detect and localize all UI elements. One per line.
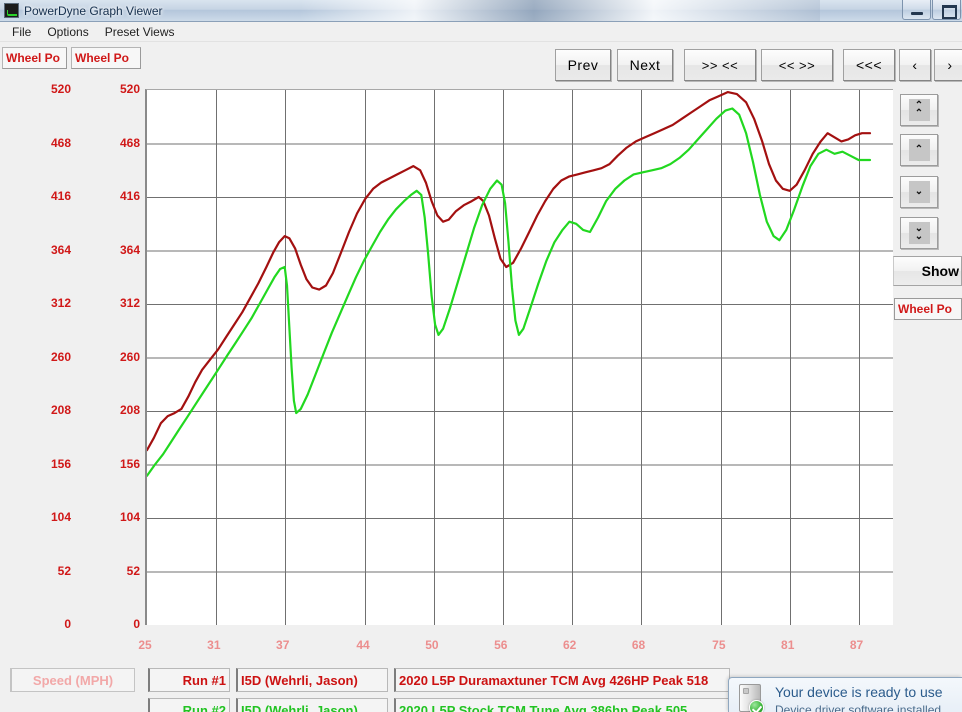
- y-tick-left-0: 0: [64, 617, 71, 631]
- notification-title: Your device is ready to use: [775, 684, 943, 700]
- y-tick-left-104: 104: [51, 510, 71, 524]
- y-tick-left-468: 468: [51, 136, 71, 150]
- title-bar: PowerDyne Graph Viewer: [0, 0, 962, 22]
- y-tick-left-260: 260: [51, 350, 71, 364]
- y-tick-left-364: 364: [51, 243, 71, 257]
- scroll-bottom-button[interactable]: ⌄⌄: [900, 217, 938, 249]
- menu-item-options[interactable]: Options: [39, 23, 96, 41]
- next-button[interactable]: Next: [617, 49, 673, 81]
- menu-item-file[interactable]: File: [4, 23, 39, 41]
- legend-run-2[interactable]: Run #2: [148, 698, 230, 712]
- scroll-top-button[interactable]: ⌃⌃: [900, 94, 938, 126]
- show-button[interactable]: Show: [893, 256, 962, 286]
- y-tick-left-416: 416: [51, 189, 71, 203]
- step-back-button[interactable]: ‹: [899, 49, 931, 81]
- series-line-1: [147, 92, 870, 450]
- legend-description-1[interactable]: 2020 L5P Duramaxtuner TCM Avg 426HP Peak…: [394, 668, 730, 692]
- y-tick-right-520: 520: [120, 82, 140, 96]
- y-axis-header-right[interactable]: Wheel Po: [71, 47, 141, 69]
- x-tick-56: 56: [481, 638, 521, 652]
- powerdyne-graph-viewer-window: PowerDyne Graph Viewer File Options Pres…: [0, 0, 962, 712]
- chart-plot-area[interactable]: [145, 89, 893, 625]
- x-tick-68: 68: [619, 638, 659, 652]
- scroll-down-button[interactable]: ⌄: [900, 176, 938, 208]
- y-tick-right-156: 156: [120, 457, 140, 471]
- y-tick-right-52: 52: [127, 564, 140, 578]
- y-tick-right-104: 104: [120, 510, 140, 524]
- device-ready-notification[interactable]: Your device is ready to use Device drive…: [728, 677, 962, 712]
- double-chevron-down-icon: ⌄⌄: [909, 222, 930, 244]
- y-tick-right-468: 468: [120, 136, 140, 150]
- x-tick-50: 50: [412, 638, 452, 652]
- app-waveform-icon: [4, 3, 19, 18]
- x-tick-44: 44: [343, 638, 383, 652]
- x-tick-81: 81: [768, 638, 808, 652]
- legend-operator-1[interactable]: I5D (Wehrli, Jason): [236, 668, 388, 692]
- expand-in-button[interactable]: >> <<: [684, 49, 756, 81]
- menu-item-preset-views[interactable]: Preset Views: [97, 23, 183, 41]
- minimize-button[interactable]: [902, 0, 931, 20]
- y-tick-left-312: 312: [51, 296, 71, 310]
- prev-button[interactable]: Prev: [555, 49, 611, 81]
- y-tick-right-312: 312: [120, 296, 140, 310]
- y-tick-right-0: 0: [133, 617, 140, 631]
- series-line-2: [147, 109, 870, 476]
- y-tick-right-208: 208: [120, 403, 140, 417]
- legend-operator-2[interactable]: I5D (Wehrli, Jason): [236, 698, 388, 712]
- y-axis-header-left[interactable]: Wheel Po: [2, 47, 67, 69]
- x-tick-87: 87: [837, 638, 877, 652]
- chart-svg: [147, 90, 893, 625]
- success-check-icon: [749, 700, 764, 712]
- x-tick-31: 31: [194, 638, 234, 652]
- x-tick-37: 37: [263, 638, 303, 652]
- y-tick-right-260: 260: [120, 350, 140, 364]
- right-series-label[interactable]: Wheel Po: [894, 298, 962, 320]
- chevron-up-icon: ⌃: [909, 139, 930, 161]
- y-tick-right-364: 364: [120, 243, 140, 257]
- y-tick-left-52: 52: [58, 564, 71, 578]
- maximize-button[interactable]: [932, 0, 961, 20]
- step-fwd-button[interactable]: ›: [934, 49, 962, 81]
- x-tick-25: 25: [125, 638, 165, 652]
- legend-description-2[interactable]: 2020 L5P Stock TCM Tune Avg 386hp Peak 5…: [394, 698, 730, 712]
- x-tick-62: 62: [550, 638, 590, 652]
- chevron-down-icon: ⌄: [909, 181, 930, 203]
- notification-subtitle: Device driver software installed: [775, 703, 941, 712]
- y-tick-left-208: 208: [51, 403, 71, 417]
- double-chevron-up-icon: ⌃⌃: [909, 99, 930, 121]
- y-tick-right-416: 416: [120, 189, 140, 203]
- window-title: PowerDyne Graph Viewer: [24, 4, 163, 18]
- x-axis-legend-box[interactable]: Speed (MPH): [10, 668, 135, 692]
- scroll-up-button[interactable]: ⌃: [900, 134, 938, 166]
- y-tick-left-520: 520: [51, 82, 71, 96]
- y-tick-left-156: 156: [51, 457, 71, 471]
- x-tick-75: 75: [699, 638, 739, 652]
- right-control-panel: ⌃⌃ ⌃ ⌄ ⌄⌄ Show Wheel Po: [893, 86, 962, 646]
- menu-bar: File Options Preset Views: [0, 22, 962, 42]
- jump-back-button[interactable]: <<<: [843, 49, 895, 81]
- expand-out-button[interactable]: << >>: [761, 49, 833, 81]
- navigation-toolbar: PrevNext >> <<<< >> <<<‹›: [0, 43, 962, 86]
- legend-run-1[interactable]: Run #1: [148, 668, 230, 692]
- window-controls: [902, 0, 962, 21]
